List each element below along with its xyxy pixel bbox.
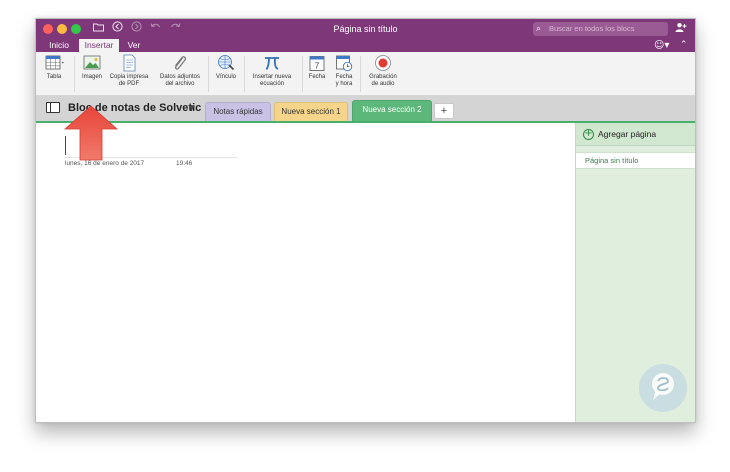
section-tab-nueva-seccion-1[interactable]: Nueva sección 1: [274, 102, 348, 121]
collapse-ribbon-icon[interactable]: ⌃: [680, 39, 688, 52]
svg-text:7: 7: [315, 62, 320, 71]
ecuacion-label-1: Insertar nueva: [252, 74, 292, 80]
grabacion-label-1: Grabación: [369, 74, 397, 80]
add-page-button[interactable]: + Agregar página: [576, 123, 695, 146]
chevron-down-icon[interactable]: ▼: [189, 103, 194, 113]
imagen-label: Imagen: [81, 74, 102, 80]
record-audio-icon: [374, 54, 392, 72]
ribbon-divider: [208, 56, 209, 92]
pdf-copy-icon: [120, 54, 138, 72]
ecuacion-label-2: ecuación: [259, 81, 285, 87]
solvetic-logo-icon: [639, 364, 687, 412]
title-bar: Página sin título ⌕ Buscar en todos los …: [36, 19, 695, 39]
section-tab-notas-rapidas[interactable]: Notas rápidas: [205, 102, 271, 121]
calendar-clock-icon: [335, 54, 353, 72]
tab-ver[interactable]: Ver: [123, 39, 145, 52]
table-icon: [45, 54, 64, 72]
adjuntos-label-1: Datos adjuntos: [159, 74, 201, 80]
link-globe-icon: [217, 54, 235, 72]
fecha-hora-button[interactable]: Fecha y hora: [331, 54, 357, 88]
ribbon-divider: [74, 56, 75, 92]
plus-circle-icon: +: [583, 128, 594, 140]
ribbon-insertar: Tabla Imagen Copia impresa de PDF Datos …: [36, 52, 695, 96]
calendar-icon: 7: [308, 54, 326, 72]
paperclip-icon: [171, 54, 189, 72]
image-icon: [83, 54, 101, 72]
fecha-hora-label-2: y hora: [335, 81, 353, 87]
copia-pdf-label-1: Copia impresa: [109, 74, 149, 80]
page-item-label: Página sin título: [585, 156, 639, 165]
vinculo-button[interactable]: Vínculo: [211, 54, 241, 81]
search-icon: ⌕: [536, 24, 542, 34]
page-date: lunes, 16 de enero de 2017: [65, 160, 145, 167]
grabacion-button[interactable]: Grabación de audio: [364, 54, 402, 88]
grabacion-label-2: de audio: [371, 81, 395, 87]
ribbon-divider: [302, 56, 303, 92]
ribbon-tabs: Inicio Insertar Ver ☺▾ ⌃: [36, 39, 695, 52]
annotation-arrow-icon: [64, 105, 118, 161]
ribbon-divider: [244, 56, 245, 92]
pi-icon: [263, 54, 281, 72]
imagen-button[interactable]: Imagen: [78, 54, 106, 81]
ecuacion-button[interactable]: Insertar nueva ecuación: [246, 54, 298, 88]
tabla-button[interactable]: Tabla: [40, 54, 68, 81]
page-canvas[interactable]: lunes, 16 de enero de 2017 19:46: [36, 123, 576, 422]
tab-insertar[interactable]: Insertar: [79, 39, 119, 52]
feedback-smiley-icon[interactable]: ☺▾: [654, 39, 669, 52]
copia-pdf-label-2: de PDF: [118, 81, 140, 87]
page-time: 19:46: [176, 160, 193, 167]
fecha-button[interactable]: 7 Fecha: [305, 54, 329, 81]
tabla-label: Tabla: [46, 74, 62, 80]
adjuntos-button[interactable]: Datos adjuntos del archivo: [156, 54, 204, 88]
notebook-icon[interactable]: [46, 102, 60, 113]
ribbon-divider: [360, 56, 361, 92]
fecha-label: Fecha: [308, 74, 326, 80]
search-placeholder: Buscar en todos los blocs: [549, 24, 635, 33]
add-section-button[interactable]: +: [434, 103, 454, 119]
fecha-hora-label-1: Fecha: [335, 74, 353, 80]
onenote-window: Página sin título ⌕ Buscar en todos los …: [35, 18, 696, 423]
section-bar: Bloc de notas de Solvetic ▼ Notas rápida…: [36, 96, 695, 121]
page-list-item[interactable]: Página sin título: [576, 152, 695, 169]
section-tab-nueva-seccion-2[interactable]: Nueva sección 2: [352, 100, 432, 121]
adjuntos-label-2: del archivo: [165, 81, 195, 87]
copia-pdf-button[interactable]: Copia impresa de PDF: [105, 54, 153, 88]
vinculo-label: Vínculo: [215, 74, 236, 80]
tab-inicio[interactable]: Inicio: [42, 39, 76, 52]
search-field[interactable]: ⌕ Buscar en todos los blocs: [533, 22, 668, 36]
add-page-label: Agregar página: [598, 129, 657, 139]
share-user-icon[interactable]: [675, 22, 687, 38]
